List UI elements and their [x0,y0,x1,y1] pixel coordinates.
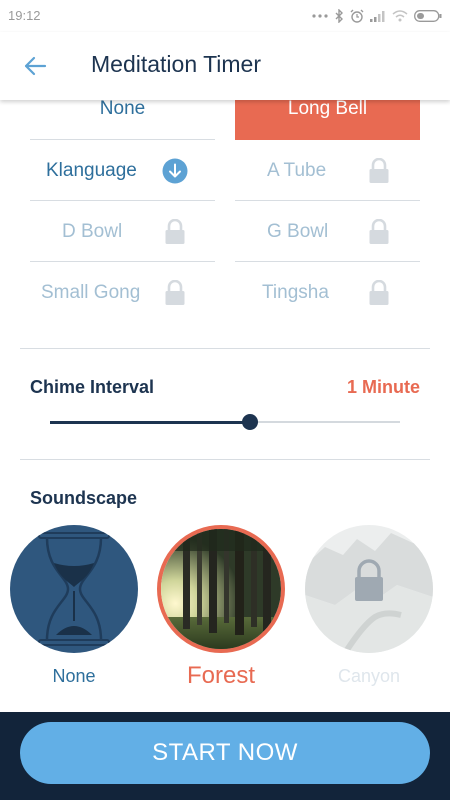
download-icon[interactable] [162,158,188,184]
soundscape-canyon[interactable] [305,525,433,653]
bluetooth-icon [335,9,343,23]
soundscape-forest[interactable] [157,525,285,653]
bell-option-tingsha[interactable]: Tingsha [235,262,420,323]
chime-interval-title: Chime Interval [30,377,155,397]
bell-option-g-bowl[interactable]: G Bowl [235,201,420,262]
bell-label: D Bowl [62,221,123,242]
bell-label: Tingsha [262,282,329,303]
bell-option-klanguage[interactable]: Klanguage [30,140,215,201]
lock-icon [369,280,389,305]
divider [20,459,430,460]
lock-icon [369,219,389,244]
bell-label: Small Gong [41,282,141,303]
status-time: 19:12 [8,8,41,23]
bell-option-a-tube[interactable]: A Tube [235,140,420,201]
soundscape-label: Canyon [337,666,401,686]
page-title: Meditation Timer [91,51,262,77]
alarm-icon [350,9,364,23]
bell-option-d-bowl[interactable]: D Bowl [30,201,215,262]
canyon-image [305,525,433,653]
soundscape-none[interactable] [10,525,138,653]
lock-icon [369,158,389,183]
soundscape-title: Soundscape [30,488,138,508]
forest-image [161,529,281,649]
bell-label: A Tube [267,160,327,181]
soundscape-label: None [52,666,96,686]
lock-icon [165,219,185,244]
bell-label: G Bowl [267,221,329,242]
chime-interval-value: 1 Minute [346,377,420,397]
back-button[interactable] [18,50,52,82]
start-now-button[interactable]: START NOW [20,722,430,784]
chime-slider-thumb[interactable] [241,414,258,430]
notification-dots-icon [312,14,328,18]
status-bar: 19:12 [0,0,450,32]
wifi-icon [392,10,408,22]
bell-option-small-gong[interactable]: Small Gong [30,262,215,323]
battery-icon [414,10,442,22]
divider [20,348,430,349]
signal-icon [370,11,385,22]
arrow-left-icon [24,56,47,76]
lock-icon [165,280,185,305]
bell-label: Klanguage [46,160,137,181]
soundscape-label: Forest [186,662,255,689]
chime-slider-fill [50,421,250,424]
status-icons [312,6,442,26]
hourglass-icon [38,532,110,646]
app-bar: Meditation Timer [0,32,450,100]
